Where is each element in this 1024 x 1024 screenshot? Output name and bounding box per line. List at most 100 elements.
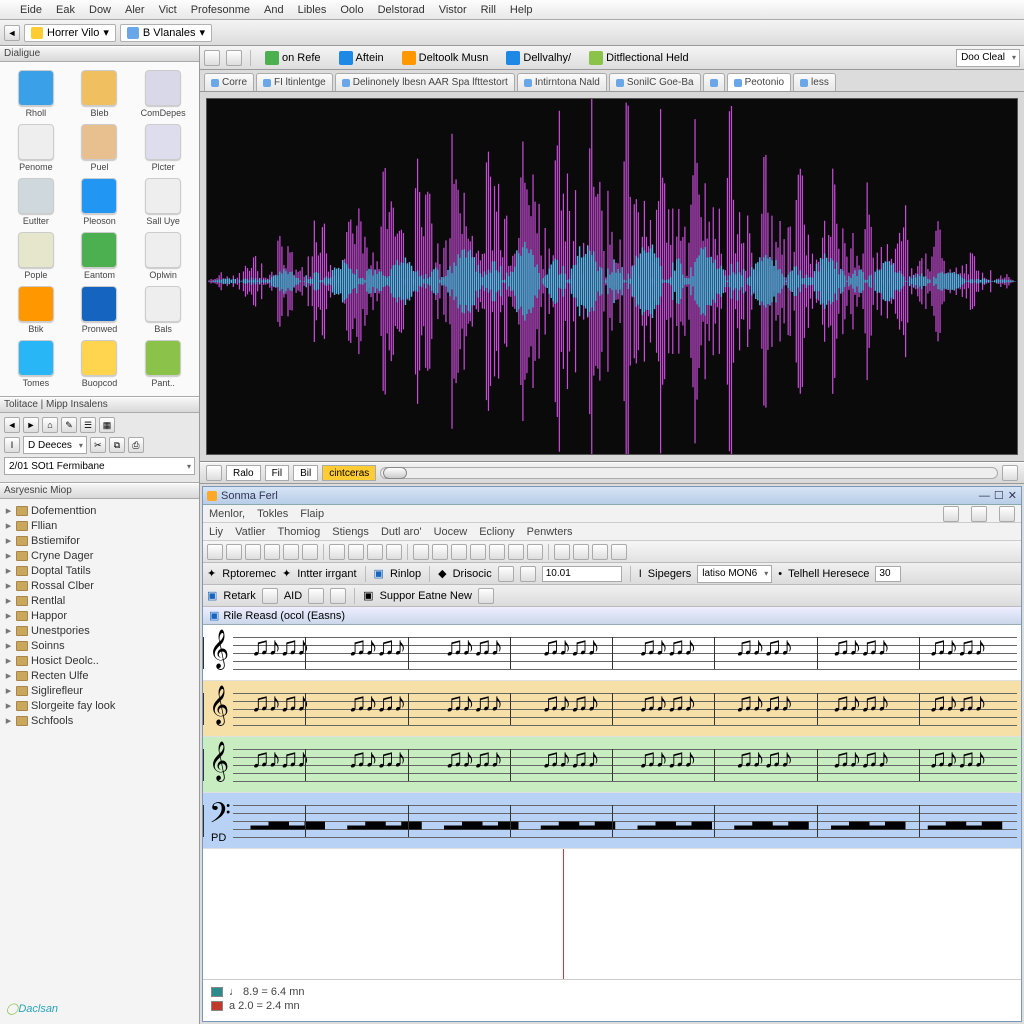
tool-button[interactable]: ⌂ (42, 417, 58, 433)
toolbar-button[interactable] (348, 544, 364, 560)
toolbar-button[interactable] (508, 544, 524, 560)
min-icon[interactable]: — (979, 490, 990, 502)
expand-icon[interactable]: ▸ (4, 579, 13, 592)
palette-item[interactable]: Pant.. (133, 338, 193, 390)
menu-item[interactable]: Tokles (257, 508, 288, 520)
menu-item[interactable]: Vict (159, 4, 177, 16)
transport-pill[interactable]: Ralo (226, 465, 261, 481)
expand-icon[interactable]: ▸ (4, 624, 13, 637)
editor-tab[interactable]: less (793, 73, 836, 91)
tool-button[interactable]: ⧉ (109, 437, 125, 453)
tool-button[interactable]: ☰ (80, 417, 96, 433)
doc-tab-2[interactable]: B Vlanales▾ (120, 24, 212, 42)
tree-node[interactable]: ▸Soinns (2, 638, 197, 653)
palette-item[interactable]: Btik (6, 284, 66, 336)
palette-item[interactable]: Sall Uye (133, 176, 193, 228)
tree-node[interactable]: ▸Siglirefleur (2, 683, 197, 698)
menu-item[interactable]: Liy (209, 526, 223, 538)
tree-node[interactable]: ▸Fllian (2, 518, 197, 533)
palette-item[interactable]: Pople (6, 230, 66, 282)
menu-item[interactable]: Aler (125, 4, 145, 16)
menu-item[interactable]: Oolo (340, 4, 363, 16)
child-tab[interactable]: ▣Rile Reasd (ocol (Easns) (203, 607, 1021, 625)
expand-icon[interactable]: ▸ (4, 594, 13, 607)
toolbar-button[interactable] (489, 544, 505, 560)
expand-icon[interactable]: ▸ (4, 564, 13, 577)
menu-item[interactable]: Flaip (300, 508, 324, 520)
transport-pill-active[interactable]: cintceras (322, 465, 376, 481)
toolbar-button[interactable] (245, 544, 261, 560)
menu-item[interactable]: Eide (20, 4, 42, 16)
toolbar-button[interactable] (943, 506, 959, 522)
tree-node[interactable]: ▸Slorgeite fay look (2, 698, 197, 713)
toolbar-button[interactable] (308, 588, 324, 604)
expand-icon[interactable]: ▸ (4, 609, 13, 622)
palette-item[interactable]: Bleb (70, 68, 130, 120)
toolbar-button[interactable] (592, 544, 608, 560)
toolbar-button[interactable] (611, 544, 627, 560)
toolbar-button[interactable] (554, 544, 570, 560)
menu-item[interactable]: Vatlier (235, 526, 265, 538)
toolbar-button[interactable] (262, 588, 278, 604)
expand-icon[interactable]: ▸ (4, 654, 13, 667)
toolbar-button[interactable] (226, 544, 242, 560)
expand-icon[interactable]: ▸ (4, 699, 13, 712)
editor-tab[interactable]: Corre (204, 73, 254, 91)
editor-tab[interactable]: FI ltinlentge (256, 73, 333, 91)
toolbar-button[interactable] (498, 566, 514, 582)
toolbar-button[interactable] (264, 544, 280, 560)
menu-item[interactable]: And (264, 4, 284, 16)
tree-node[interactable]: ▸Bstiemifor (2, 533, 197, 548)
menu-item[interactable]: Penwters (527, 526, 573, 538)
menu-item[interactable]: Libles (298, 4, 327, 16)
slider-thumb-icon[interactable] (383, 467, 407, 479)
palette-item[interactable]: Buopcod (70, 338, 130, 390)
doc-tab-1[interactable]: Horrer Vilo▾ (24, 24, 116, 42)
end-select[interactable]: Doo Cleal (956, 49, 1020, 67)
editor-tab[interactable]: Peotonio (727, 73, 791, 91)
expand-icon[interactable]: ▸ (4, 669, 13, 682)
palette-item[interactable]: Plcter (133, 122, 193, 174)
palette-item[interactable]: Eantom (70, 230, 130, 282)
toolbar-button[interactable] (226, 50, 242, 66)
menu-item[interactable]: Vistor (439, 4, 467, 16)
number-field[interactable]: 10.01 (542, 566, 622, 582)
editor-tab[interactable]: Intirntona Nald (517, 73, 607, 91)
toolbar-button[interactable] (413, 544, 429, 560)
toolbar-button[interactable] (283, 544, 299, 560)
max-icon[interactable]: ☐ (994, 489, 1004, 502)
palette-item[interactable]: Pronwed (70, 284, 130, 336)
toolbar-action[interactable]: Aftein (333, 49, 390, 67)
palette-item[interactable]: Oplwin (133, 230, 193, 282)
toolbar-button[interactable] (330, 588, 346, 604)
palette-item[interactable]: Eutlter (6, 176, 66, 228)
transport-button[interactable] (1002, 465, 1018, 481)
toolbar-button[interactable] (520, 566, 536, 582)
expand-icon[interactable]: ▸ (4, 504, 13, 517)
transport-pill[interactable]: Bil (293, 465, 318, 481)
mode-select[interactable]: D Deeces (23, 436, 87, 454)
toolbar-button[interactable] (999, 506, 1015, 522)
editor-tab[interactable]: Delinonely lbesn AAR Spa lfttestort (335, 73, 515, 91)
editor-tab[interactable]: SonilC Goe-Ba (609, 73, 701, 91)
toolbar-button[interactable] (573, 544, 589, 560)
menu-item[interactable]: Delstorad (378, 4, 425, 16)
menu-item[interactable]: Thomiog (277, 526, 320, 538)
tree-node[interactable]: ▸Schfools (2, 713, 197, 728)
toolbar-button[interactable] (204, 50, 220, 66)
toolbar-action[interactable]: Deltoolk Musn (396, 49, 495, 67)
toolbar-action[interactable]: on Refe (259, 49, 327, 67)
menu-item[interactable]: Eak (56, 4, 75, 16)
menu-item[interactable]: Stiengs (332, 526, 369, 538)
toolbar-button[interactable] (432, 544, 448, 560)
menu-item[interactable]: Dutl aro' (381, 526, 422, 538)
toolbar-button[interactable] (302, 544, 318, 560)
menu-item[interactable]: Rill (481, 4, 496, 16)
toolbar-button[interactable] (478, 588, 494, 604)
tool-button[interactable]: ⎙ (128, 437, 144, 453)
tree-node[interactable]: ▸Unestpories (2, 623, 197, 638)
expand-icon[interactable]: ▸ (4, 639, 13, 652)
menu-item[interactable]: Help (510, 4, 533, 16)
score-view[interactable]: 𝄞♫♪♫♪♫♪♫♪♫♪♫♪♫♪♫♪♫♪♫♪♫♪♫♪♫♪♫♪♫♪♫♪ 𝄞♫♪♫♪♫… (203, 625, 1021, 979)
palette-item[interactable]: Puel (70, 122, 130, 174)
